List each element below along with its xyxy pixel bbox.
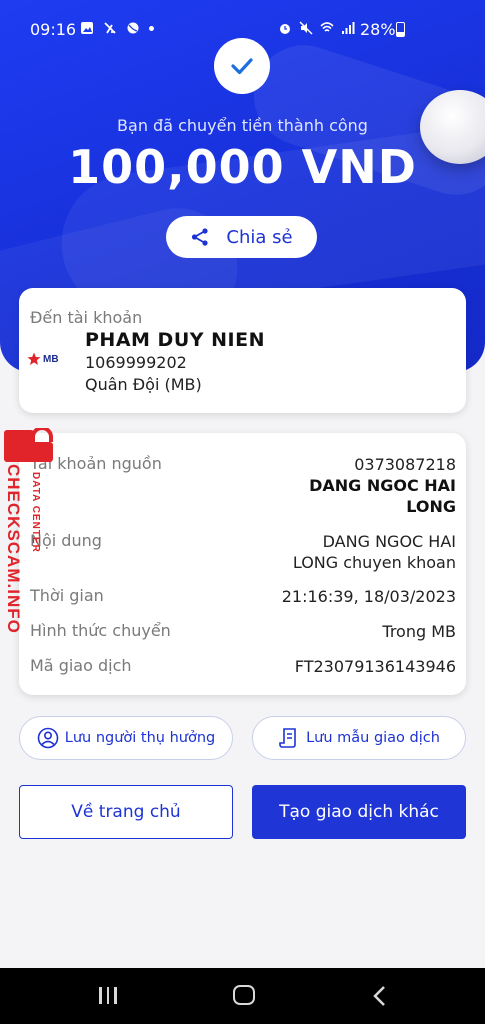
recent-apps-icon[interactable] (99, 987, 117, 1004)
home-button-label: Về trang chủ (71, 802, 181, 822)
success-check-icon (214, 38, 270, 94)
content-line1: DANG NGOC HAI (322, 532, 456, 551)
transfer-amount: 100,000 VND (68, 140, 417, 194)
content-line2: LONG chuyen khoan (292, 553, 456, 572)
recipient-label: Đến tài khoản (30, 308, 143, 327)
recipient-bank: Quân Đội (MB) (85, 375, 202, 394)
alarm-icon (280, 24, 290, 34)
gallery-icon (81, 22, 93, 34)
save-template-label: Lưu mẫu giao dịch (306, 730, 440, 746)
dot-icon (149, 25, 154, 31)
time-value: 21:16:39, 18/03/2023 (281, 587, 456, 606)
save-beneficiary-label: Lưu người thụ hưởng (64, 730, 216, 746)
share-button[interactable]: Chia sẻ (166, 216, 317, 258)
transaction-detail-card: Tài khoản nguồn 0373087218 DANG NGOC HAI… (19, 433, 466, 695)
recipient-card: Đến tài khoản MB PHAM DUY NIEN 106999920… (19, 288, 466, 413)
new-transaction-label: Tạo giao dịch khác (279, 802, 439, 822)
ball-icon (127, 22, 139, 34)
signal-icon (342, 22, 355, 34)
lock-icon (4, 428, 53, 462)
home-nav-icon[interactable] (233, 985, 255, 1005)
user-circle-icon (37, 727, 59, 749)
mb-bank-logo: MB (27, 352, 59, 366)
transaction-id-value: FT23079136143946 (294, 657, 456, 676)
watermark-text: CHECKSCAM.INFO (4, 464, 23, 634)
share-label: Chia sẻ (226, 226, 293, 248)
recipient-name: PHAM DUY NIEN (85, 329, 265, 351)
source-name-line2: LONG (406, 497, 456, 516)
new-transaction-button[interactable]: Tạo giao dịch khác (252, 785, 466, 839)
save-template-button[interactable]: Lưu mẫu giao dịch (252, 716, 466, 760)
document-icon (279, 728, 296, 748)
wifi-icon (320, 22, 334, 32)
home-button[interactable]: Về trang chủ (19, 785, 233, 839)
share-icon (192, 228, 209, 246)
no-sim-icon (104, 22, 116, 34)
source-account-number: 0373087218 (354, 455, 456, 474)
source-name-line1: DANG NGOC HAI (309, 476, 456, 495)
save-beneficiary-button[interactable]: Lưu người thụ hưởng (19, 716, 233, 760)
method-value: Trong MB (382, 622, 456, 641)
watermark-subtext: DATA CENTER (30, 472, 41, 553)
back-icon[interactable] (372, 985, 386, 1007)
status-time: 09:16 (30, 20, 77, 39)
checkscam-watermark: CHECKSCAM.INFO DATA CENTER (0, 422, 60, 662)
system-nav-bar (0, 968, 485, 1024)
battery-percent: 28% (360, 20, 396, 39)
recipient-account: 1069999202 (85, 353, 187, 372)
battery-icon (396, 22, 405, 37)
success-message: Bạn đã chuyển tiền thành công (117, 116, 368, 135)
mute-icon (299, 21, 313, 35)
